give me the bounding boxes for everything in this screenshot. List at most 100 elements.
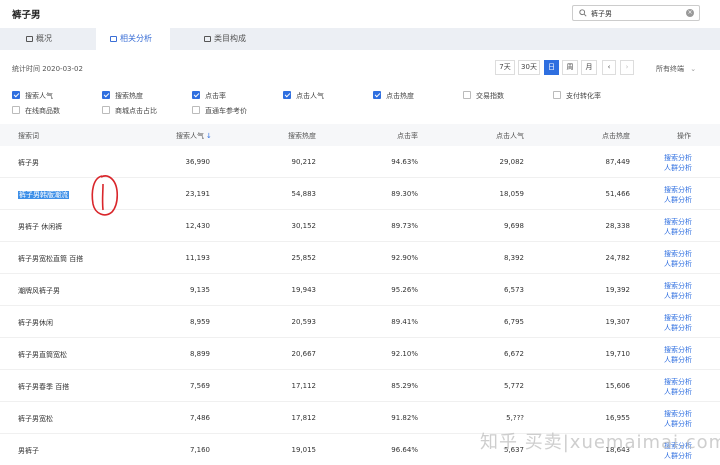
col-click-heat[interactable]: 点击热度 (586, 131, 630, 141)
keyword-cell[interactable]: 潮牌风裤子男 (18, 286, 60, 296)
cell-text: 20,667 (291, 350, 317, 358)
col-ctr[interactable]: 点击率 (386, 131, 418, 141)
col-search-heat[interactable]: 搜索热度 (270, 131, 316, 141)
keyword-cell[interactable]: 裤子男宽松 (18, 414, 53, 424)
watermark: 知乎 买卖|xuemaimai.com (480, 432, 720, 453)
crowd-analysis-link[interactable]: 人群分析 (664, 323, 692, 333)
crowd-analysis-link[interactable]: 人群分析 (664, 355, 692, 365)
period-7d[interactable]: 7天 (495, 60, 515, 75)
cell-text: 8,392 (503, 254, 524, 262)
crowd-analysis-link[interactable]: 人群分析 (664, 259, 692, 269)
cell-text: 男裤子 休闲裤 (18, 223, 63, 231)
checkbox[interactable] (283, 91, 291, 99)
search-analysis-link[interactable]: 搜索分析 (664, 185, 692, 195)
crowd-analysis-link[interactable]: 人群分析 (664, 387, 692, 397)
search-analysis-link[interactable]: 搜索分析 (664, 313, 692, 323)
crowd-analysis-link[interactable]: 人群分析 (664, 291, 692, 301)
search-analysis-link[interactable]: 搜索分析 (664, 217, 692, 227)
search-box[interactable]: 裤子男 × (572, 5, 700, 21)
metric-label: 交易指数 (476, 92, 504, 100)
keyword-cell[interactable]: 男裤子 (18, 446, 39, 456)
metric-label: 搜索热度 (115, 92, 143, 100)
col-search-pop[interactable]: 搜索人气 ↓ (176, 131, 212, 141)
clear-icon[interactable]: × (686, 9, 694, 17)
cell-text: 94.63% (391, 158, 418, 166)
metric-ztc-price[interactable]: 直通车参考价 (192, 106, 247, 116)
col-click-pop[interactable]: 点击人气 (480, 131, 524, 141)
cell-text: 7,160 (189, 446, 210, 454)
ctr-cell: 95.26% (384, 286, 418, 294)
ctr-cell: 89.30% (384, 190, 418, 198)
tab-category-label: 类目构成 (214, 34, 246, 43)
search-analysis-link[interactable]: 搜索分析 (664, 281, 692, 291)
keyword-cell[interactable]: 裤子男韩版潮流 (18, 190, 69, 200)
period-30d[interactable]: 30天 (518, 60, 540, 75)
tab-category[interactable]: 类目构成 (204, 28, 274, 50)
chevron-down-icon: ⌄ (690, 65, 697, 73)
cell-text: 裤子男宽松 (18, 415, 53, 423)
sort-down-icon: ↓ (206, 132, 212, 140)
keyword-cell[interactable]: 裤子男直筒宽松 (18, 350, 67, 360)
cell-text: 6,672 (503, 350, 524, 358)
click-pop-cell: 5,??? (480, 414, 524, 422)
metric-trade-index[interactable]: 交易指数 (463, 91, 504, 101)
prev-button[interactable]: ‹ (602, 60, 616, 75)
keyword-cell[interactable]: 裤子男休闲 (18, 318, 53, 328)
search-analysis-link[interactable]: 搜索分析 (664, 409, 692, 419)
period-week[interactable]: 周 (562, 60, 578, 75)
cell-text: 24,782 (605, 254, 631, 262)
next-button[interactable]: › (620, 60, 634, 75)
keyword-cell[interactable]: 裤子男春季 百搭 (18, 382, 69, 392)
cell-text: 19,943 (291, 286, 317, 294)
search-pop-cell: 7,486 (176, 414, 210, 422)
tab-related-analysis-label: 相关分析 (120, 34, 152, 43)
metric-search-pop[interactable]: 搜索人气 (12, 91, 53, 101)
metric-online-items[interactable]: 在线商品数 (12, 106, 60, 116)
stat-time: 统计时间 2020-03-02 (12, 65, 83, 73)
search-analysis-link[interactable]: 搜索分析 (664, 249, 692, 259)
checkbox[interactable] (12, 91, 20, 99)
metric-label: 在线商品数 (25, 107, 60, 115)
checkbox[interactable] (463, 91, 471, 99)
metric-click-heat[interactable]: 点击热度 (373, 91, 414, 101)
click-heat-cell: 19,392 (586, 286, 631, 294)
tab-related-analysis[interactable]: 相关分析 (96, 28, 170, 50)
ctr-cell: 89.41% (384, 318, 418, 326)
click-heat-cell: 19,307 (586, 318, 631, 326)
cell-text: 92.90% (391, 254, 418, 262)
checkbox[interactable] (553, 91, 561, 99)
cell-text: 17,812 (291, 414, 317, 422)
period-month[interactable]: 月 (581, 60, 597, 75)
metric-click-pop[interactable]: 点击人气 (283, 91, 324, 101)
checkbox[interactable] (192, 106, 200, 114)
cell-text: 11,193 (185, 254, 211, 262)
search-analysis-link[interactable]: 搜索分析 (664, 345, 692, 355)
annotation-circle (91, 175, 119, 216)
keyword-cell[interactable]: 男裤子 休闲裤 (18, 222, 62, 232)
metric-search-heat[interactable]: 搜索热度 (102, 91, 143, 101)
table-row: 潮牌风裤子男 9,135 19,943 95.26% 6,573 19,392 搜索分析 人群… (0, 274, 720, 306)
crowd-analysis-link[interactable]: 人群分析 (664, 163, 692, 173)
checkbox[interactable] (373, 91, 381, 99)
keyword-cell[interactable]: 裤子男宽松直筒 百搭 (18, 254, 83, 264)
search-input[interactable]: 裤子男 (591, 9, 612, 19)
search-analysis-link[interactable]: 搜索分析 (664, 153, 692, 163)
search-heat-cell: 17,112 (270, 382, 317, 390)
terminal-select[interactable]: 所有终端 ⌄ (656, 64, 696, 74)
checkbox[interactable] (192, 91, 200, 99)
checkbox[interactable] (102, 91, 110, 99)
search-analysis-link[interactable]: 搜索分析 (664, 377, 692, 387)
ctr-cell: 94.63% (384, 158, 418, 166)
col-search-pop-label: 搜索人气 (176, 132, 204, 140)
metric-ctr[interactable]: 点击率 (192, 91, 226, 101)
keyword-cell[interactable]: 裤子男 (18, 158, 39, 168)
checkbox[interactable] (12, 106, 20, 114)
crowd-analysis-link[interactable]: 人群分析 (664, 195, 692, 205)
table-row: 裤子男宽松直筒 百搭 11,193 25,852 92.90% 8,392 24,782 搜… (0, 242, 720, 274)
period-day[interactable]: 日 (544, 60, 559, 75)
tab-overview[interactable]: 概况 (26, 28, 86, 50)
metric-mall-click[interactable]: 商城点击占比 (102, 106, 157, 116)
metric-pay-conversion[interactable]: 支付转化率 (553, 91, 601, 101)
crowd-analysis-link[interactable]: 人群分析 (664, 227, 692, 237)
checkbox[interactable] (102, 106, 110, 114)
